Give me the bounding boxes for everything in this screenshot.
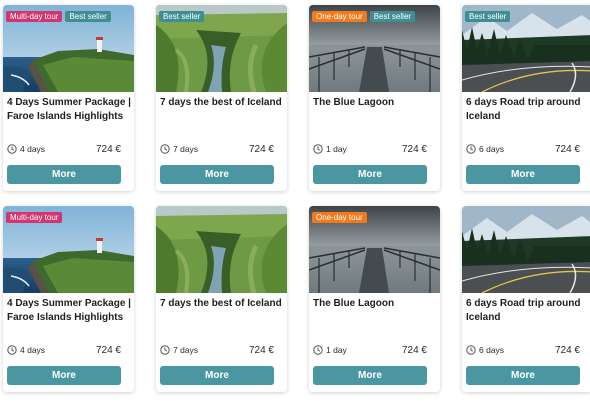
clock-icon: [7, 144, 17, 154]
badge-group: Multi-day tour Best seller: [6, 11, 111, 22]
more-button[interactable]: More: [160, 366, 274, 385]
badge-group: One-day tour Best seller: [312, 11, 416, 22]
duration: 6 days: [466, 345, 504, 355]
duration-label: 4 days: [20, 345, 46, 355]
tour-image[interactable]: [156, 206, 287, 293]
clock-icon: [160, 144, 170, 154]
tour-image[interactable]: Multi-day tour: [3, 206, 134, 293]
duration: 6 days: [466, 144, 504, 154]
tour-image[interactable]: Best seller: [462, 5, 590, 92]
best-seller-badge: Best seller: [65, 11, 111, 22]
price: 724 €: [95, 344, 121, 356]
clock-icon: [7, 345, 17, 355]
more-button[interactable]: More: [7, 165, 121, 184]
tour-title[interactable]: 7 days the best of Iceland: [160, 96, 284, 110]
duration: 4 days: [7, 144, 45, 154]
tour-meta: 4 days 724 €: [7, 343, 121, 357]
badge-group: Multi-day tour: [6, 212, 63, 223]
tour-meta: 6 days 724 €: [466, 343, 580, 357]
more-button[interactable]: More: [7, 366, 121, 385]
duration-label: 6 days: [479, 144, 505, 154]
tour-title[interactable]: 6 days Road trip around Iceland: [466, 297, 590, 325]
clock-icon: [466, 144, 476, 154]
tour-card[interactable]: Best seller 6 days Road trip around Icel…: [462, 5, 590, 191]
badge-group: Best seller: [159, 11, 205, 22]
duration: 7 days: [160, 345, 198, 355]
tour-meta: 6 days 724 €: [466, 142, 580, 156]
duration-label: 7 days: [173, 144, 199, 154]
tour-image[interactable]: [462, 206, 590, 293]
tour-card[interactable]: Multi-day tour 4 Days Summer Package | F…: [3, 206, 134, 392]
price: 724 €: [554, 344, 580, 356]
tour-image[interactable]: One-day tour: [309, 206, 440, 293]
price: 724 €: [554, 143, 580, 155]
tour-meta: 1 day 724 €: [313, 343, 427, 357]
best-seller-badge: Best seller: [159, 11, 205, 22]
tour-title[interactable]: 4 Days Summer Package | Faroe Islands Hi…: [7, 297, 131, 325]
duration: 1 day: [313, 345, 347, 355]
more-button[interactable]: More: [160, 165, 274, 184]
duration-label: 1 day: [326, 345, 347, 355]
tour-meta: 7 days 724 €: [160, 343, 274, 357]
clock-icon: [313, 144, 323, 154]
clock-icon: [160, 345, 170, 355]
tour-meta: 4 days 724 €: [7, 142, 121, 156]
more-button[interactable]: More: [313, 366, 427, 385]
price: 724 €: [401, 344, 427, 356]
tour-meta: 1 day 724 €: [313, 142, 427, 156]
tour-card[interactable]: 6 days Road trip around Iceland 6 days 7…: [462, 206, 590, 392]
tour-card[interactable]: Best seller 7 days the best of Iceland 7…: [156, 5, 287, 191]
multi-day-badge: Multi-day tour: [6, 212, 63, 223]
tour-image[interactable]: One-day tour Best seller: [309, 5, 440, 92]
multi-day-badge: Multi-day tour: [6, 11, 63, 22]
tour-image[interactable]: Multi-day tour Best seller: [3, 5, 134, 92]
duration-label: 6 days: [479, 345, 505, 355]
badge-group: One-day tour: [312, 212, 367, 223]
price: 724 €: [95, 143, 121, 155]
duration-label: 7 days: [173, 345, 199, 355]
duration: 7 days: [160, 144, 198, 154]
price: 724 €: [248, 143, 274, 155]
more-button[interactable]: More: [466, 165, 580, 184]
tour-title[interactable]: 7 days the best of Iceland: [160, 297, 284, 311]
price: 724 €: [248, 344, 274, 356]
tour-card-grid: Multi-day tour Best seller 4 Days Summer…: [0, 0, 590, 408]
tour-title[interactable]: The Blue Lagoon: [313, 297, 437, 311]
more-button[interactable]: More: [466, 366, 580, 385]
price: 724 €: [401, 143, 427, 155]
tour-card[interactable]: 7 days the best of Iceland 7 days 724 € …: [156, 206, 287, 392]
duration: 4 days: [7, 345, 45, 355]
best-seller-badge: Best seller: [465, 11, 511, 22]
duration-label: 1 day: [326, 144, 347, 154]
one-day-badge: One-day tour: [312, 11, 367, 22]
duration: 1 day: [313, 144, 347, 154]
tour-card[interactable]: Multi-day tour Best seller 4 Days Summer…: [3, 5, 134, 191]
one-day-badge: One-day tour: [312, 212, 367, 223]
tour-title[interactable]: The Blue Lagoon: [313, 96, 437, 110]
tour-title[interactable]: 6 days Road trip around Iceland: [466, 96, 590, 124]
badge-group: Best seller: [465, 11, 511, 22]
clock-icon: [466, 345, 476, 355]
more-button[interactable]: More: [313, 165, 427, 184]
tour-card[interactable]: One-day tour The Blue Lagoon 1 day 724 €…: [309, 206, 440, 392]
best-seller-badge: Best seller: [369, 11, 416, 22]
tour-title[interactable]: 4 Days Summer Package | Faroe Islands Hi…: [7, 96, 131, 124]
tour-image[interactable]: Best seller: [156, 5, 287, 92]
duration-label: 4 days: [20, 144, 46, 154]
clock-icon: [313, 345, 323, 355]
tour-meta: 7 days 724 €: [160, 142, 274, 156]
tour-card[interactable]: One-day tour Best seller The Blue Lagoon…: [309, 5, 440, 191]
